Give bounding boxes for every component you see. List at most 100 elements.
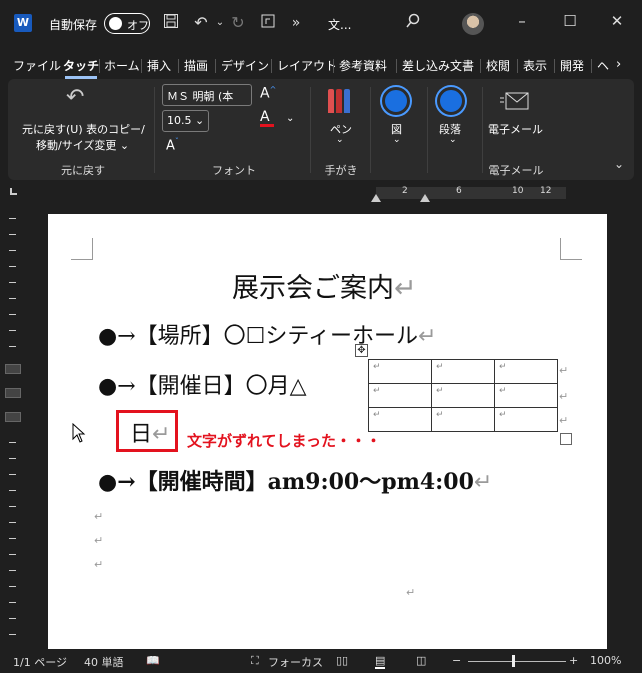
document-heading[interactable]: 展示会ご案内↵	[232, 266, 417, 305]
group-divider	[370, 87, 371, 173]
tab-selector-icon[interactable]	[10, 188, 17, 195]
focus-icon[interactable]: ⛶	[251, 654, 259, 668]
undo-dropdown-icon[interactable]: ⌄	[210, 13, 230, 33]
table-cell[interactable]: ↵	[368, 359, 432, 384]
read-mode-icon[interactable]: ▯▯	[336, 654, 348, 667]
table-cell[interactable]: ↵	[494, 407, 558, 432]
tab-review[interactable]: 校閲	[486, 57, 510, 74]
table-cell[interactable]: ↵	[431, 359, 495, 384]
table-cell[interactable]: ↵	[431, 383, 495, 408]
font-color-icon[interactable]: A	[260, 109, 274, 127]
tab-draw[interactable]: 描画	[184, 57, 208, 74]
status-bar: 1/1 ページ 40 単語 📖 ⛶ フォーカス ▯▯ ▤ ◫ − + 100%	[0, 649, 642, 673]
table-cell[interactable]: ↵	[368, 383, 432, 408]
red-pen-icon[interactable]	[328, 89, 334, 113]
shrink-font-icon[interactable]: Aˇ	[166, 137, 179, 153]
document-page[interactable]: 展示会ご案内↵ ●→【場所】〇☐シティーホール↵ ●→【開催日】〇月△ ✥ ↵ ↵…	[48, 214, 607, 654]
tab-home[interactable]: ホーム	[104, 57, 140, 74]
email-button-label[interactable]: 電子メール	[488, 121, 543, 137]
print-layout-icon[interactable]: ▤	[375, 654, 386, 669]
tab-scroll-right-icon[interactable]: ›	[616, 57, 621, 72]
collapse-ribbon-icon[interactable]: ⌄	[614, 157, 624, 171]
blue-pen-icon[interactable]	[344, 89, 350, 113]
proofing-icon[interactable]: 📖	[146, 654, 160, 667]
table-cell[interactable]: ↵	[431, 407, 495, 432]
tab-insert[interactable]: 挿入	[147, 57, 171, 74]
horizontal-ruler[interactable]: 2 6 10 12	[0, 184, 642, 202]
minimize-icon[interactable]: –	[512, 12, 532, 30]
undo-icon[interactable]: ↶	[191, 13, 211, 33]
ruler-tick	[9, 602, 16, 603]
paragraph-dropdown-icon[interactable]: ⌄	[449, 135, 457, 145]
zoom-slider[interactable]	[468, 661, 566, 662]
word-count[interactable]: 40 単語	[84, 654, 124, 670]
email-icon[interactable]	[500, 89, 530, 114]
tab-layout[interactable]: レイアウト	[277, 57, 337, 74]
maximize-icon[interactable]: ☐	[560, 12, 580, 30]
undo-button-label[interactable]: 元に戻す(U) 表のコピー/	[22, 121, 145, 137]
tab-mailings[interactable]: 差し込み文書	[402, 57, 474, 74]
undo-large-icon[interactable]: ↶	[66, 85, 84, 110]
table-cell[interactable]: ↵	[494, 383, 558, 408]
font-color-dropdown-icon[interactable]: ⌄	[286, 113, 294, 124]
grow-font-icon[interactable]: A^	[260, 85, 276, 102]
ribbon-tabs: ファイル タッチ ホーム 挿入 描画 デザイン レイアウト 参考資料 差し込み文…	[0, 52, 642, 79]
font-name-select[interactable]: ＭＳ 明朝 (本	[162, 84, 252, 106]
pen-dropdown-icon[interactable]: ⌄	[336, 135, 344, 145]
empty-paragraph-mark[interactable]: ↵	[94, 510, 103, 523]
page-count[interactable]: 1/1 ページ	[13, 654, 67, 670]
redo-icon[interactable]: ↻	[228, 13, 248, 33]
autosave-toggle[interactable]: オフ	[104, 13, 150, 34]
paragraph-icon[interactable]	[437, 87, 465, 115]
ruler-tick	[9, 266, 16, 267]
user-avatar[interactable]	[462, 13, 484, 35]
undo-button-sublabel[interactable]: 移動/サイズ変更 ⌄	[36, 137, 129, 153]
table-resize-handle[interactable]	[560, 433, 572, 445]
touch-mode-icon[interactable]	[258, 13, 278, 33]
zoom-out-button[interactable]: −	[452, 654, 461, 667]
more-commands-icon[interactable]: »	[286, 13, 306, 33]
tab-divider	[178, 59, 179, 73]
tab-touch[interactable]: タッチ	[63, 57, 99, 79]
tab-view[interactable]: 表示	[523, 57, 547, 74]
close-icon[interactable]: ✕	[607, 12, 627, 30]
figure-dropdown-icon[interactable]: ⌄	[393, 135, 401, 145]
web-layout-icon[interactable]: ◫	[416, 654, 426, 667]
row-marker[interactable]	[5, 412, 21, 422]
title-bar: W 自動保存 オフ ↶ ⌄ ↻ » 文... – ☐ ✕	[0, 0, 642, 48]
search-icon[interactable]	[403, 13, 423, 33]
heading-text: 展示会ご案内	[232, 273, 394, 304]
tab-references[interactable]: 参考資料	[339, 57, 387, 74]
ruler-tick	[9, 474, 16, 475]
autosave-label: 自動保存	[49, 18, 98, 32]
tab-help[interactable]: ヘ	[597, 57, 609, 74]
font-size-select[interactable]: 10.5 ⌄	[162, 110, 209, 132]
tab-design[interactable]: デザイン	[221, 57, 269, 74]
ruler-tick	[9, 506, 16, 507]
empty-paragraph-mark[interactable]: ↵	[406, 586, 415, 599]
tab-developer[interactable]: 開発	[560, 57, 584, 74]
save-icon[interactable]	[161, 13, 181, 33]
dark-red-pen-icon[interactable]	[336, 89, 342, 113]
empty-paragraph-mark[interactable]: ↵	[94, 534, 103, 547]
tab-file[interactable]: ファイル	[13, 57, 61, 74]
venue-line[interactable]: ●→【場所】〇☐シティーホール↵	[98, 318, 436, 350]
focus-button[interactable]: フォーカス	[268, 654, 323, 670]
row-marker[interactable]	[5, 388, 21, 398]
document-title[interactable]: 文...	[328, 16, 351, 33]
row-marker[interactable]	[5, 364, 21, 374]
table-cell[interactable]: ↵	[494, 359, 558, 384]
vertical-ruler[interactable]	[3, 210, 21, 650]
zoom-in-button[interactable]: +	[569, 654, 578, 667]
table-row: ↵ ↵ ↵	[368, 359, 558, 384]
zoom-level[interactable]: 100%	[590, 654, 621, 667]
date-line[interactable]: ●→【開催日】〇月△	[98, 368, 307, 400]
table-cell[interactable]: ↵	[368, 407, 432, 432]
time-line[interactable]: ●→【開催時間】am9:00～pm4:00↵	[98, 464, 492, 496]
document-table[interactable]: ↵ ↵ ↵ ↵ ↵ ↵ ↵ ↵ ↵	[368, 359, 558, 432]
table-move-handle[interactable]: ✥	[355, 344, 368, 357]
row-end-mark: ↵	[559, 364, 569, 377]
figure-icon[interactable]	[382, 87, 410, 115]
zoom-slider-thumb[interactable]	[512, 655, 515, 667]
empty-paragraph-mark[interactable]: ↵	[94, 558, 103, 571]
